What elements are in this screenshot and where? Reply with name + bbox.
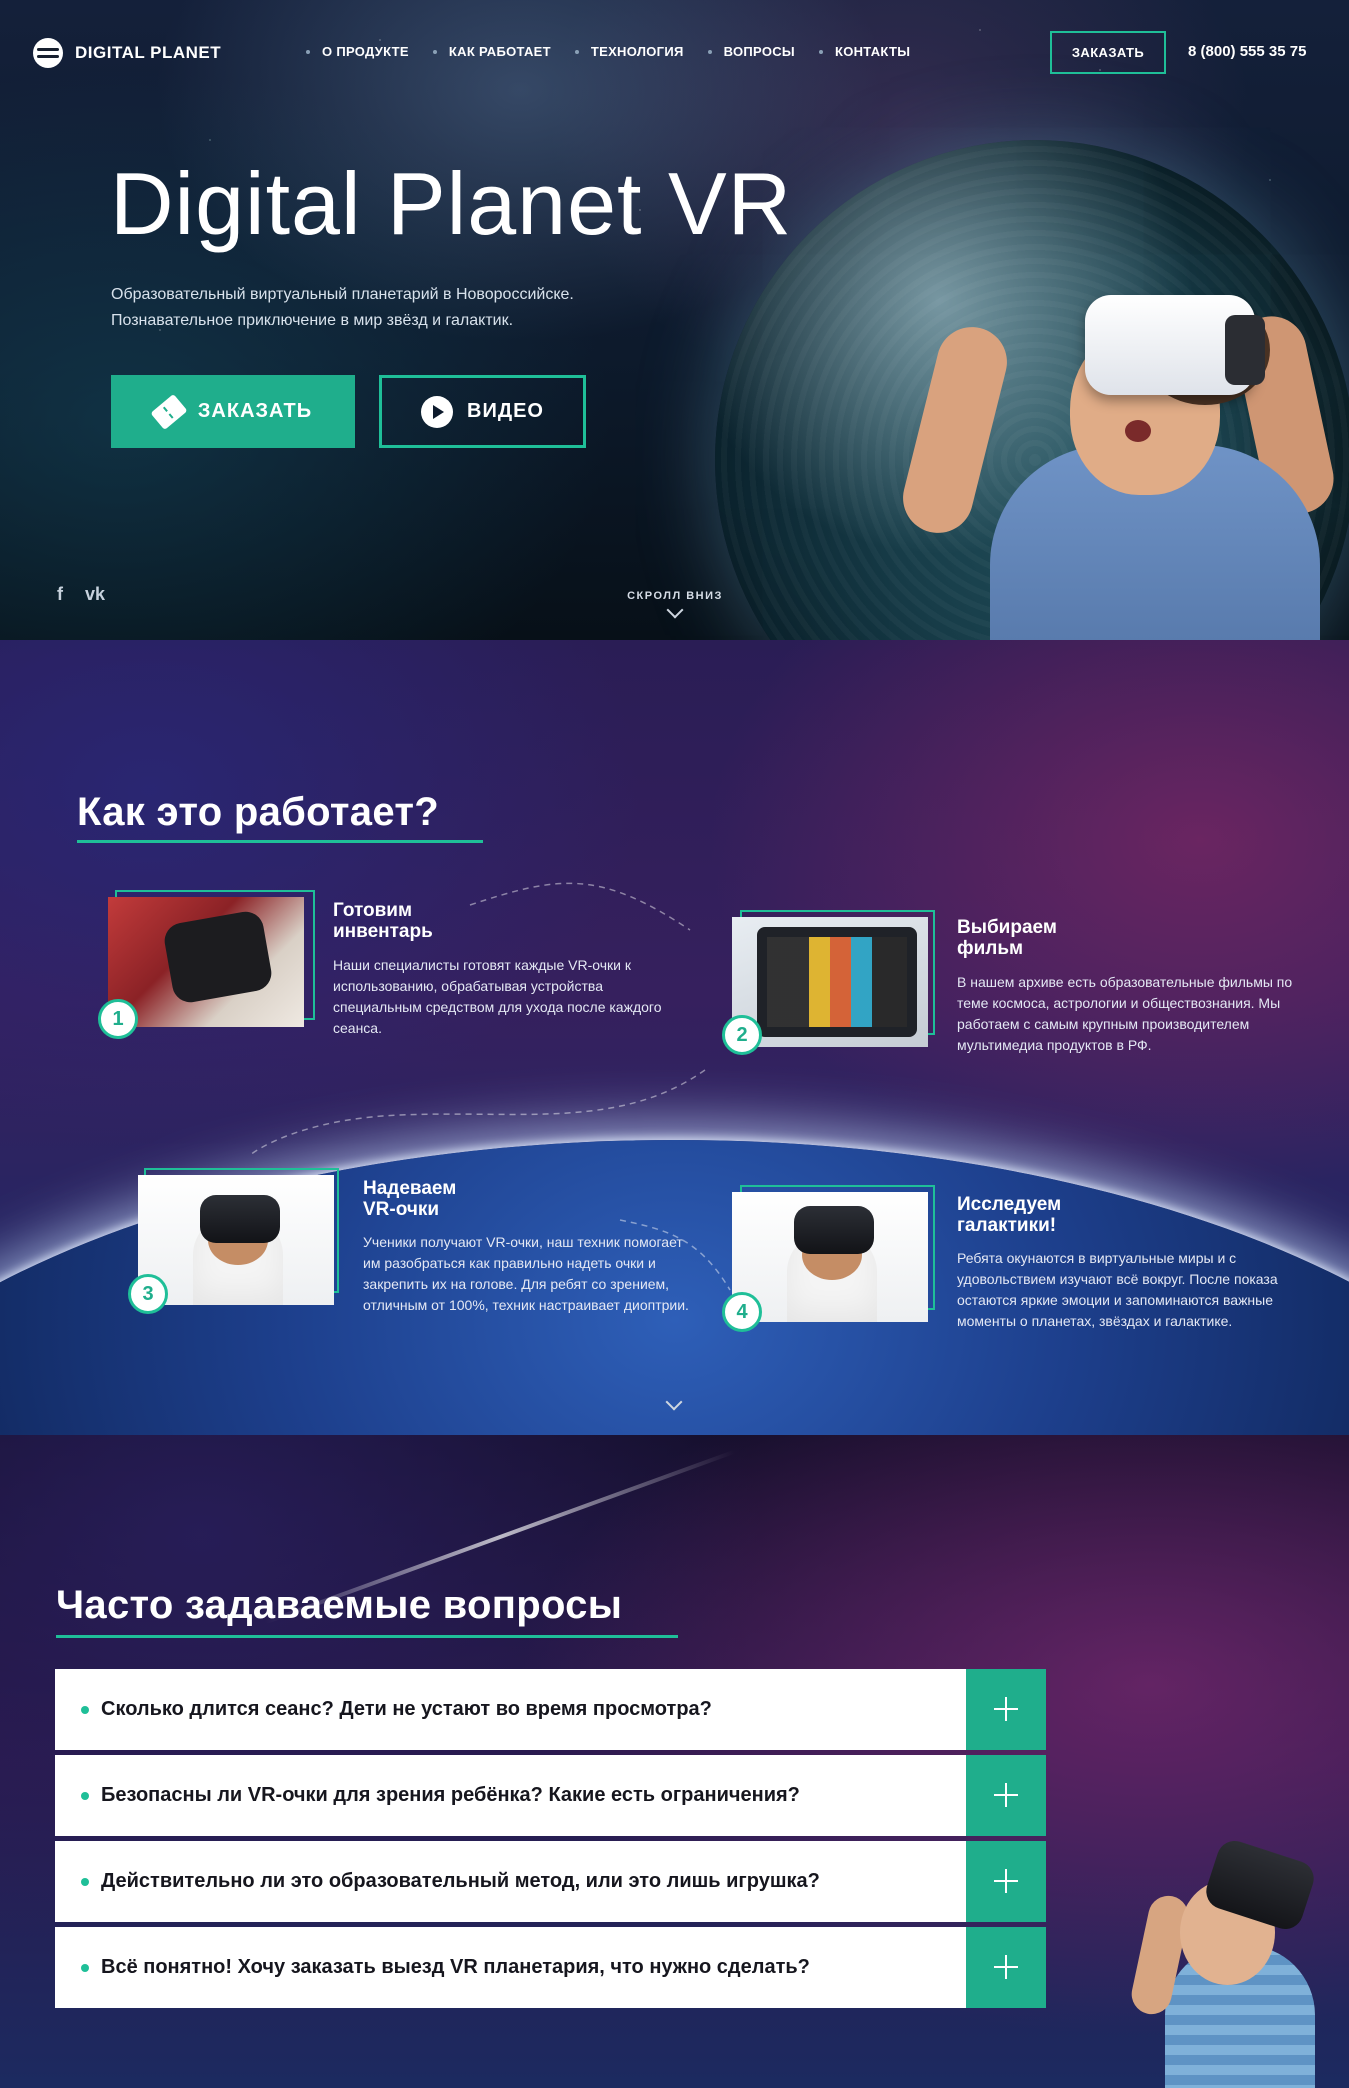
faq-item[interactable]: Безопасны ли VR-очки для зрения ребёнка?… <box>55 1755 1046 1836</box>
expand-plus-icon[interactable] <box>966 1669 1046 1750</box>
title-underline <box>77 840 483 843</box>
step-4-number: 4 <box>722 1292 762 1332</box>
faq-item[interactable]: Всё понятно! Хочу заказать выезд VR план… <box>55 1927 1046 2008</box>
step-4-text: Ребята окунаются в виртуальные миры и с … <box>957 1250 1278 1329</box>
faq-question: Безопасны ли VR-очки для зрения ребёнка?… <box>101 1784 800 1806</box>
scroll-down-link[interactable]: СКРОЛЛ ВНИЗ <box>620 590 730 619</box>
step-2-number: 2 <box>722 1015 762 1055</box>
bullet-icon <box>432 49 437 54</box>
vr-boy-image <box>895 285 1349 640</box>
expand-plus-icon[interactable] <box>966 1927 1046 2008</box>
nav-item-about[interactable]: О ПРОДУКТЕ <box>306 44 409 59</box>
bullet-icon <box>818 49 823 54</box>
chevron-down-icon <box>666 601 684 619</box>
vk-icon[interactable]: vk <box>85 584 105 605</box>
faq-section: Часто задаваемые вопросы Сколько длится … <box>0 1435 1349 2088</box>
bullet-icon <box>81 1877 89 1886</box>
expand-plus-icon[interactable] <box>966 1841 1046 1922</box>
bullet-icon <box>81 1705 89 1714</box>
planet-logo-icon <box>33 38 63 68</box>
play-icon <box>421 395 454 428</box>
how-section-title: Как это работает? <box>77 790 439 834</box>
phone-link[interactable]: 8 (800) 555 35 75 <box>1188 43 1306 60</box>
faq-question: Сколько длится сеанс? Дети не устают во … <box>101 1698 712 1720</box>
facebook-icon[interactable]: f <box>57 584 63 605</box>
step-2-photo <box>732 917 928 1047</box>
step-3-photo <box>138 1175 334 1305</box>
step-2-title: Выбираем фильм <box>957 917 1057 959</box>
social-links: f vk <box>57 584 105 605</box>
bullet-icon <box>707 49 712 54</box>
title-underline <box>56 1635 678 1638</box>
step-3-title: Надеваем VR-очки <box>363 1178 457 1220</box>
step-3-number: 3 <box>128 1274 168 1314</box>
hero-video-button[interactable]: ВИДЕО <box>379 375 586 448</box>
hero-section: DIGITAL PLANET О ПРОДУКТЕ КАК РАБОТАЕТ Т… <box>0 0 1349 640</box>
step-4-photo <box>732 1192 928 1322</box>
bullet-icon <box>81 1963 89 1972</box>
faq-question: Всё понятно! Хочу заказать выезд VR план… <box>101 1956 810 1978</box>
nav-item-how-it-works[interactable]: КАК РАБОТАЕТ <box>432 44 551 59</box>
step-1-text: Наши специалисты готовят каждые VR-очки … <box>333 957 662 1036</box>
nav-item-questions[interactable]: ВОПРОСЫ <box>707 44 795 59</box>
vr-kid-image <box>1125 1825 1349 2088</box>
faq-item[interactable]: Сколько длится сеанс? Дети не устают во … <box>55 1669 1046 1750</box>
step-1-photo <box>108 897 304 1027</box>
bullet-icon <box>574 49 579 54</box>
top-navigation-bar: DIGITAL PLANET О ПРОДУКТЕ КАК РАБОТАЕТ Т… <box>0 0 1349 104</box>
faq-section-title: Часто задаваемые вопросы <box>56 1583 623 1627</box>
faq-question: Действительно ли это образовательный мет… <box>101 1870 820 1892</box>
faq-item[interactable]: Действительно ли это образовательный мет… <box>55 1841 1046 1922</box>
bullet-icon <box>81 1791 89 1800</box>
step-1-title: Готовим инвентарь <box>333 900 433 942</box>
bullet-icon <box>306 49 310 54</box>
logo[interactable]: DIGITAL PLANET <box>33 38 221 68</box>
hero-subtitle: Образовательный виртуальный планетарий в… <box>111 286 574 329</box>
faq-list: Сколько длится сеанс? Дети не устают во … <box>55 1669 1046 2013</box>
expand-plus-icon[interactable] <box>966 1755 1046 1836</box>
step-1-number: 1 <box>98 999 138 1039</box>
step-2-text: В нашем архиве есть образовательные филь… <box>957 974 1293 1053</box>
step-4-title: Исследуем галактики! <box>957 1194 1062 1236</box>
how-it-works-section: Как это работает? 1 Готовим инвентарь Наш… <box>0 640 1349 1435</box>
hero-order-button[interactable]: ЗАКАЗАТЬ <box>111 375 355 448</box>
brand-name: DIGITAL PLANET <box>75 43 222 62</box>
nav-item-technology[interactable]: ТЕХНОЛОГИЯ <box>574 44 684 59</box>
header-order-button[interactable]: ЗАКАЗАТЬ <box>1050 31 1166 74</box>
hero-title: Digital Planet VR <box>110 154 793 253</box>
nav-item-contacts[interactable]: КОНТАКТЫ <box>818 44 910 59</box>
main-nav: О ПРОДУКТЕ КАК РАБОТАЕТ ТЕХНОЛОГИЯ ВОПРО… <box>306 44 934 59</box>
ticket-icon <box>150 393 188 430</box>
step-3-text: Ученики получают VR-очки, наш техник пом… <box>363 1234 689 1313</box>
